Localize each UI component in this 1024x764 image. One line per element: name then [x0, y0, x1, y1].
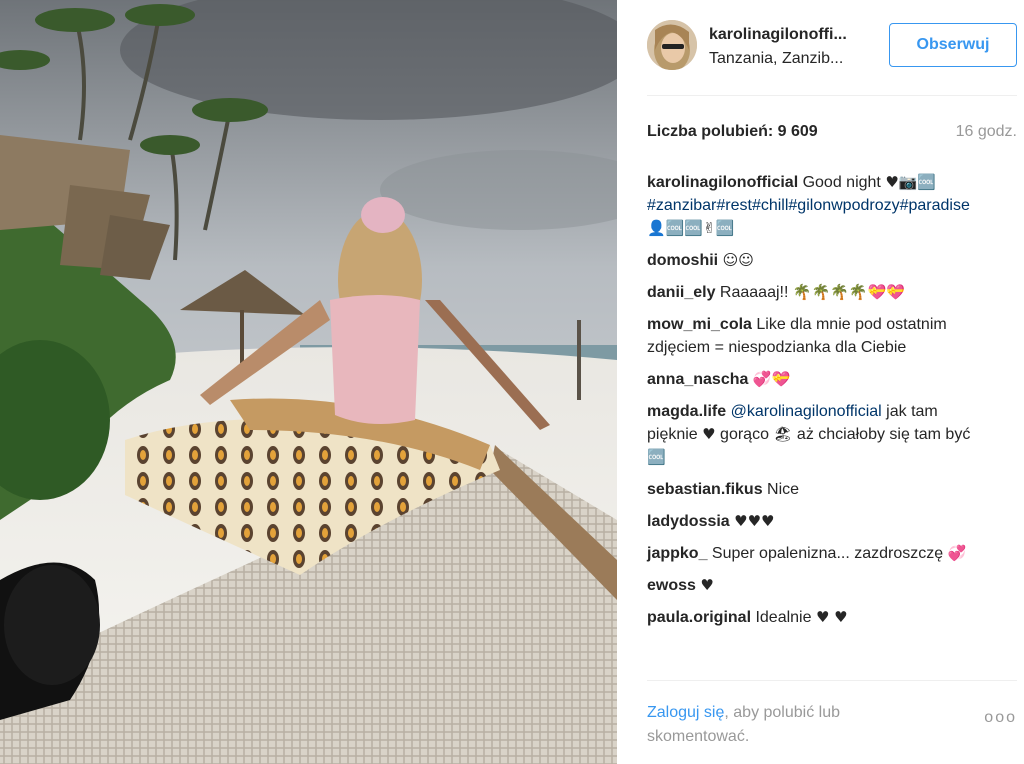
- comment: magda.life @karolinagilonofficial jak ta…: [647, 400, 992, 469]
- comment-username[interactable]: magda.life: [647, 403, 726, 420]
- comment-username[interactable]: domoshii: [647, 252, 718, 269]
- comment-emoji: ♥: [700, 576, 714, 594]
- comment-text: Good night: [798, 174, 886, 191]
- post-footer: Zaloguj się, aby polubić lub skomentować…: [647, 697, 1017, 757]
- comment-username[interactable]: ladydossia: [647, 513, 730, 530]
- username-link[interactable]: karolinagilonoffi...: [709, 26, 847, 44]
- comment: paula.original Idealnie ♥ ♥: [647, 606, 992, 629]
- follow-button[interactable]: Obserwuj: [889, 23, 1017, 67]
- comment-text: gorąco: [715, 426, 774, 443]
- comment-emoji: ☺☺: [722, 251, 754, 269]
- post-stats: Liczba polubień: 9 609 16 godz.: [647, 123, 1017, 147]
- comment: danii_ely Raaaaaj!! 🌴🌴🌴🌴💝💝: [647, 281, 992, 304]
- post-details-panel: karolinagilonoffi... Tanzania, Zanzib...…: [617, 0, 1024, 764]
- comment-username[interactable]: sebastian.fikus: [647, 481, 763, 498]
- location-link[interactable]: Tanzania, Zanzib...: [709, 50, 843, 68]
- post-time[interactable]: 16 godz.: [956, 123, 1017, 141]
- comment-emoji: 💞💝: [752, 370, 791, 388]
- comment-emoji: 👤🆒🆒✌🆒: [647, 219, 735, 237]
- login-link[interactable]: Zaloguj się: [647, 704, 724, 721]
- more-options-icon[interactable]: ooo: [984, 709, 1017, 727]
- comment: domoshii ☺☺: [647, 249, 992, 272]
- comments-list: karolinagilonofficial Good night ♥📷🆒 #zan…: [647, 171, 992, 638]
- comment-emoji: ♥♥♥: [734, 512, 775, 530]
- comment-text: Nice: [762, 481, 800, 498]
- post-view: karolinagilonoffi... Tanzania, Zanzib...…: [0, 0, 1024, 764]
- mention-link[interactable]: @karolinagilonofficial: [731, 403, 882, 420]
- comment-emoji: 🏖: [773, 425, 793, 443]
- header-divider: [647, 95, 1017, 96]
- beach-hammock-image: [0, 0, 617, 764]
- post-header: karolinagilonoffi... Tanzania, Zanzib...…: [647, 20, 1017, 72]
- comment-emoji: ♥📷🆒: [885, 173, 937, 191]
- comment: mow_mi_cola Like dla mnie pod ostatnim z…: [647, 313, 992, 359]
- hashtag-links[interactable]: #zanzibar#rest#chill#gilonwpodrozy#parad…: [647, 197, 970, 214]
- likes-count[interactable]: Liczba polubień: 9 609: [647, 123, 818, 141]
- comment: ewoss ♥: [647, 574, 992, 597]
- comment-emoji: 🌴🌴🌴🌴💝💝: [792, 283, 905, 301]
- login-prompt: Zaloguj się, aby polubić lub skomentować…: [647, 701, 917, 749]
- comment-emoji: ♥ ♥: [815, 608, 848, 626]
- comment-emoji: 💞: [947, 544, 967, 562]
- comment-text: aż chciałoby się tam być: [792, 426, 971, 443]
- comment-caption: karolinagilonofficial Good night ♥📷🆒 #zan…: [647, 171, 992, 240]
- comment-username[interactable]: jappko_: [647, 545, 707, 562]
- comment-username[interactable]: mow_mi_cola: [647, 316, 752, 333]
- comment-text: Super opalenizna... zazdroszczę: [707, 545, 948, 562]
- comment-text: Raaaaaj!!: [715, 284, 793, 301]
- comment-username[interactable]: danii_ely: [647, 284, 715, 301]
- footer-divider: [647, 680, 1017, 681]
- comment-text: Idealnie: [751, 609, 816, 626]
- comment-username[interactable]: karolinagilonofficial: [647, 174, 798, 191]
- comment: ladydossia ♥♥♥: [647, 510, 992, 533]
- comment-username[interactable]: paula.original: [647, 609, 751, 626]
- post-photo[interactable]: [0, 0, 617, 764]
- comment: anna_nascha 💞💝: [647, 368, 992, 391]
- comment-emoji: 🆒: [647, 448, 666, 466]
- comment: sebastian.fikus Nice: [647, 478, 992, 501]
- comment-username[interactable]: ewoss: [647, 577, 696, 594]
- comment-username[interactable]: anna_nascha: [647, 371, 748, 388]
- avatar[interactable]: [647, 20, 697, 70]
- avatar-image: [647, 20, 697, 70]
- comment: jappko_ Super opalenizna... zazdroszczę …: [647, 542, 992, 565]
- comment-emoji: ♥: [702, 425, 716, 443]
